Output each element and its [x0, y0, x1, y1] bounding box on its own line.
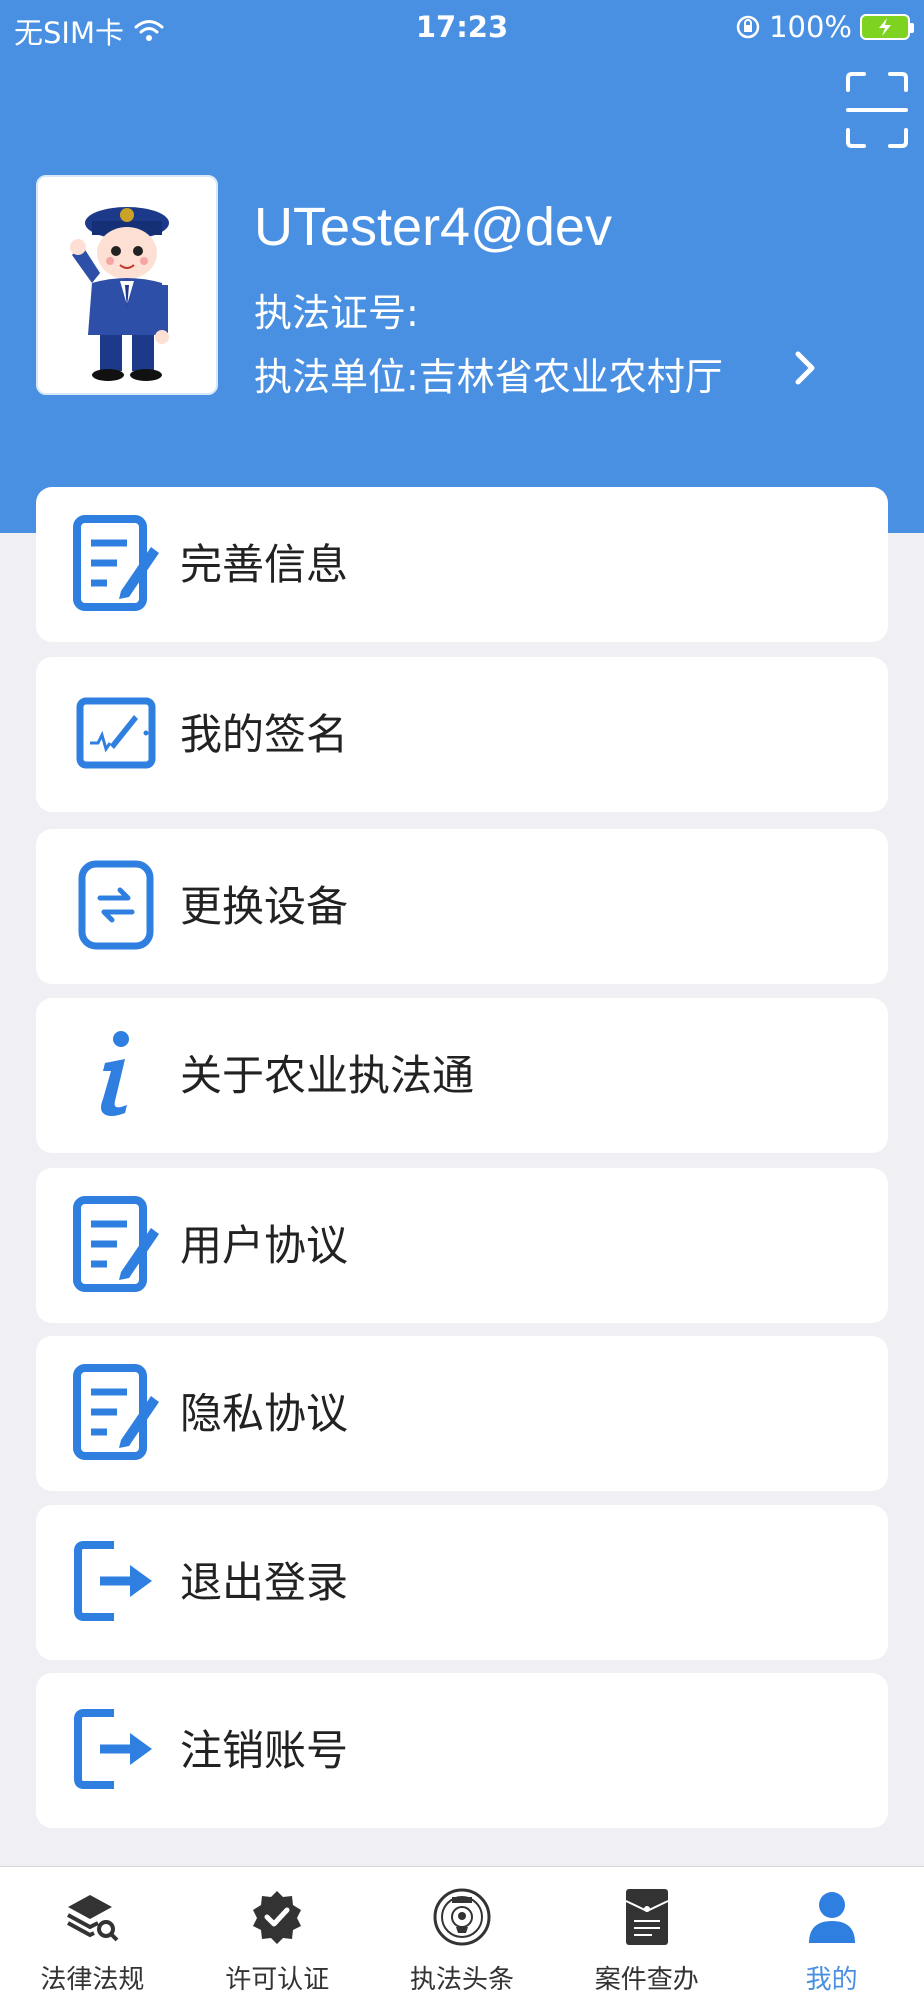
menu-item-label: 关于农业执法通: [180, 1051, 475, 1100]
profile-unit: 执法单位:吉林省农业农村厅: [254, 355, 723, 399]
profile-detail-chevron[interactable]: [790, 346, 820, 390]
scan-button[interactable]: [844, 70, 910, 150]
tab-label: 法律法规: [40, 1965, 145, 1995]
tab-label: 我的: [805, 1965, 858, 1995]
tab-label: 案件查办: [594, 1965, 699, 1995]
logout-icon: [66, 1699, 166, 1799]
swap-device-icon: [66, 855, 166, 955]
menu-item-label: 更换设备: [180, 882, 349, 931]
info-icon: [66, 1024, 166, 1124]
certified-badge-icon: [245, 1885, 309, 1949]
menu-item-cancel-account[interactable]: 注销账号: [36, 1673, 888, 1828]
edit-document-icon: [66, 513, 166, 613]
officer-avatar-icon: [70, 207, 169, 381]
emblem-icon: [430, 1885, 494, 1949]
signature-tablet-icon: [66, 683, 166, 783]
profile-username: UTester4@dev: [254, 197, 612, 257]
menu-item-user-agreement[interactable]: 用户协议: [36, 1168, 888, 1323]
menu-item-label: 完善信息: [180, 540, 349, 589]
menu-item-my-signature[interactable]: 我的签名: [36, 657, 888, 812]
status-right: 100%: [735, 10, 914, 44]
menu-item-label: 退出登录: [180, 1558, 349, 1607]
menu-item-complete-info[interactable]: 完善信息: [36, 487, 888, 642]
tab-label: 许可认证: [225, 1965, 330, 1995]
profile-cert-number: 执法证号:: [254, 291, 419, 335]
tab-cases[interactable]: 案件查办: [554, 1867, 739, 2000]
menu-item-change-device[interactable]: 更换设备: [36, 829, 888, 984]
menu-item-privacy-agreement[interactable]: 隐私协议: [36, 1336, 888, 1491]
orientation-lock-icon: [736, 15, 760, 39]
battery-icon: [860, 14, 914, 40]
logout-icon: [66, 1531, 166, 1631]
menu-item-logout[interactable]: 退出登录: [36, 1505, 888, 1660]
menu-item-label: 隐私协议: [180, 1389, 349, 1438]
edit-document-icon: [66, 1194, 166, 1294]
tab-license[interactable]: 许可认证: [185, 1867, 370, 2000]
tab-headlines[interactable]: 执法头条: [370, 1867, 555, 2000]
menu-item-label: 注销账号: [180, 1726, 349, 1775]
bottom-tab-bar: 法律法规 许可认证 执法头条 案件查办 我的: [0, 1866, 924, 2000]
edit-document-icon: [66, 1362, 166, 1462]
tab-label: 执法头条: [409, 1965, 514, 1995]
menu-item-label: 我的签名: [180, 710, 349, 759]
scan-icon: [846, 72, 908, 148]
layers-search-icon: [60, 1885, 124, 1949]
person-icon: [800, 1885, 864, 1949]
chevron-right-icon: [795, 351, 815, 385]
menu-item-label: 用户协议: [180, 1221, 349, 1270]
status-bar: 无SIM卡 17:23 100%: [0, 0, 924, 56]
menu-item-about[interactable]: 关于农业执法通: [36, 998, 888, 1153]
battery-percent: 100%: [769, 10, 852, 44]
avatar[interactable]: [36, 175, 218, 395]
tab-laws[interactable]: 法律法规: [0, 1867, 185, 2000]
tab-mine[interactable]: 我的: [739, 1867, 924, 2000]
case-document-icon: [615, 1885, 679, 1949]
